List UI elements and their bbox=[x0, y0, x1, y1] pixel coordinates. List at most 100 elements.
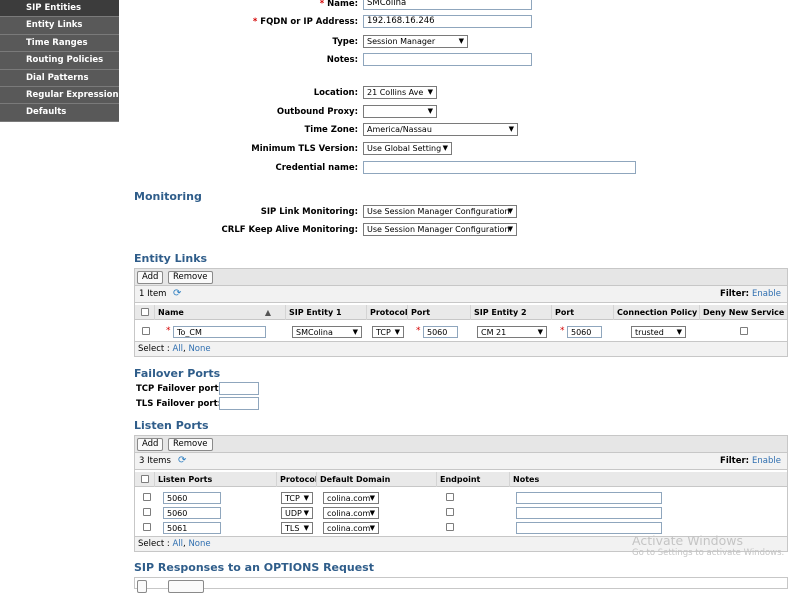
tls-version-row: Minimum TLS Version: Use Global Setting ▼ bbox=[0, 142, 800, 156]
listen-port-input[interactable]: 5060 bbox=[163, 507, 221, 519]
header-name[interactable]: Name ▲ bbox=[155, 305, 286, 320]
header-notes[interactable]: Notes bbox=[510, 472, 787, 487]
row-checkbox[interactable] bbox=[143, 508, 151, 516]
location-label: Location: bbox=[313, 88, 358, 98]
header-default-domain[interactable]: Default Domain bbox=[317, 472, 437, 487]
notes-input[interactable] bbox=[516, 492, 662, 504]
header-deny-new-service[interactable]: Deny New Service bbox=[700, 305, 787, 320]
sort-asc-icon: ▲ bbox=[264, 308, 271, 317]
activate-windows-hint: Go to Settings to activate Windows. bbox=[632, 548, 785, 558]
notes-input[interactable] bbox=[363, 53, 532, 66]
entity-links-panel: Add Remove 1 Item ⟳ Filter: Enable Name ▲… bbox=[134, 268, 788, 357]
timezone-row: Time Zone: America/Nassau ▼ bbox=[0, 123, 800, 137]
type-row: Type: Session Manager ▼ bbox=[0, 35, 800, 49]
entity-links-header: Name ▲ SIP Entity 1 Protocol Port SIP Ent… bbox=[135, 305, 787, 320]
remove-entity-link-button[interactable]: Remove bbox=[168, 271, 213, 284]
outbound-proxy-select[interactable]: ▼ bbox=[363, 105, 437, 118]
refresh-icon[interactable]: ⟳ bbox=[173, 288, 181, 299]
default-domain-select[interactable]: colina.com ▼ bbox=[323, 507, 379, 519]
filter-control: Filter: Enable bbox=[720, 456, 781, 466]
row-checkbox[interactable] bbox=[143, 523, 151, 531]
failover-ports-title: Failover Ports bbox=[134, 367, 221, 380]
port-1-input[interactable]: 5060 bbox=[423, 326, 458, 338]
crlf-select[interactable]: Use Session Manager Configuration ▼ bbox=[363, 223, 517, 236]
select-none-link[interactable]: None bbox=[188, 344, 210, 354]
tcp-failover-input[interactable] bbox=[219, 382, 259, 395]
tls-failover-label: TLS Failover port: bbox=[136, 399, 222, 409]
chevron-down-icon: ▼ bbox=[394, 328, 400, 336]
table-row: 5060 TCP ▼ colina.com ▼ bbox=[135, 491, 787, 505]
header-select-all bbox=[135, 472, 155, 487]
chevron-down-icon: ▼ bbox=[676, 328, 682, 336]
timezone-select[interactable]: America/Nassau ▼ bbox=[363, 123, 518, 136]
select-all-link[interactable]: All bbox=[173, 539, 184, 549]
sip-link-monitoring-select[interactable]: Use Session Manager Configuration ▼ bbox=[363, 205, 517, 218]
sip-entity-1-select[interactable]: SMColina ▼ bbox=[292, 326, 362, 338]
crlf-label: CRLF Keep Alive Monitoring: bbox=[221, 225, 358, 235]
chevron-down-icon: ▼ bbox=[303, 509, 309, 517]
sidebar-item-dial-patterns[interactable]: Dial Patterns bbox=[0, 70, 119, 87]
default-domain-select[interactable]: colina.com ▼ bbox=[323, 522, 379, 534]
credential-row: Credential name: bbox=[0, 161, 800, 175]
remove-sip-response-button[interactable] bbox=[168, 580, 204, 593]
remove-listen-port-button[interactable]: Remove bbox=[168, 438, 213, 451]
notes-input[interactable] bbox=[516, 507, 662, 519]
refresh-icon[interactable]: ⟳ bbox=[178, 455, 186, 466]
chevron-down-icon: ▼ bbox=[369, 509, 375, 517]
protocol-select[interactable]: UDP ▼ bbox=[281, 507, 313, 519]
name-input[interactable]: SMColina bbox=[363, 0, 532, 10]
select-none-link[interactable]: None bbox=[188, 539, 210, 549]
connection-policy-select[interactable]: trusted ▼ bbox=[631, 326, 686, 338]
filter-enable-link[interactable]: Enable bbox=[752, 289, 781, 299]
port-2-input[interactable]: 5060 bbox=[567, 326, 602, 338]
select-all-link[interactable]: All bbox=[173, 344, 184, 354]
header-port-1[interactable]: Port bbox=[408, 305, 471, 320]
chevron-down-icon: ▼ bbox=[458, 37, 464, 45]
name-label: * Name: bbox=[319, 0, 358, 9]
protocol-select[interactable]: TCP ▼ bbox=[372, 326, 404, 338]
tls-failover-input[interactable] bbox=[219, 397, 259, 410]
link-name-input[interactable]: To_CM bbox=[173, 326, 266, 338]
type-label: Type: bbox=[332, 37, 358, 47]
monitoring-title: Monitoring bbox=[134, 190, 202, 203]
default-domain-select[interactable]: colina.com ▼ bbox=[323, 492, 379, 504]
header-sip-entity-2[interactable]: SIP Entity 2 bbox=[471, 305, 552, 320]
listen-port-input[interactable]: 5060 bbox=[163, 492, 221, 504]
chevron-down-icon: ▼ bbox=[369, 524, 375, 532]
add-entity-link-button[interactable]: Add bbox=[137, 271, 164, 284]
row-checkbox[interactable] bbox=[142, 327, 150, 335]
item-count: 1 Item bbox=[139, 289, 167, 299]
credential-input[interactable] bbox=[363, 161, 636, 174]
header-connection-policy[interactable]: Connection Policy bbox=[614, 305, 700, 320]
outbound-proxy-row: Outbound Proxy: ▼ bbox=[0, 105, 800, 119]
sip-entity-2-select[interactable]: CM 21 ▼ bbox=[477, 326, 547, 338]
select-all-checkbox[interactable] bbox=[141, 308, 149, 316]
row-checkbox[interactable] bbox=[143, 493, 151, 501]
fqdn-input[interactable]: 192.168.16.246 bbox=[363, 15, 532, 28]
endpoint-checkbox[interactable] bbox=[446, 508, 454, 516]
add-sip-response-button[interactable] bbox=[137, 580, 147, 593]
table-row: * To_CM SMColina ▼ TCP ▼ * 5060 CM 21 ▼ * 5… bbox=[135, 325, 787, 339]
header-endpoint[interactable]: Endpoint bbox=[437, 472, 510, 487]
type-select[interactable]: Session Manager ▼ bbox=[363, 35, 468, 48]
header-port-2[interactable]: Port bbox=[552, 305, 614, 320]
header-sip-entity-1[interactable]: SIP Entity 1 bbox=[286, 305, 367, 320]
filter-enable-link[interactable]: Enable bbox=[752, 456, 781, 466]
chevron-down-icon: ▼ bbox=[427, 88, 433, 96]
protocol-select[interactable]: TCP ▼ bbox=[281, 492, 313, 504]
location-select[interactable]: 21 Collins Ave ▼ bbox=[363, 86, 437, 99]
listen-ports-title: Listen Ports bbox=[134, 419, 209, 432]
endpoint-checkbox[interactable] bbox=[446, 523, 454, 531]
listen-port-input[interactable]: 5061 bbox=[163, 522, 221, 534]
endpoint-checkbox[interactable] bbox=[446, 493, 454, 501]
sip-responses-title: SIP Responses to an OPTIONS Request bbox=[134, 561, 374, 574]
add-listen-port-button[interactable]: Add bbox=[137, 438, 164, 451]
select-all-checkbox[interactable] bbox=[141, 475, 149, 483]
header-protocol[interactable]: Protocol bbox=[277, 472, 317, 487]
tls-version-select[interactable]: Use Global Setting ▼ bbox=[363, 142, 452, 155]
header-listen-ports[interactable]: Listen Ports bbox=[155, 472, 277, 487]
protocol-select[interactable]: TLS ▼ bbox=[281, 522, 313, 534]
item-count: 3 Items bbox=[139, 456, 171, 466]
deny-new-service-checkbox[interactable] bbox=[740, 327, 748, 335]
header-protocol[interactable]: Protocol bbox=[367, 305, 408, 320]
